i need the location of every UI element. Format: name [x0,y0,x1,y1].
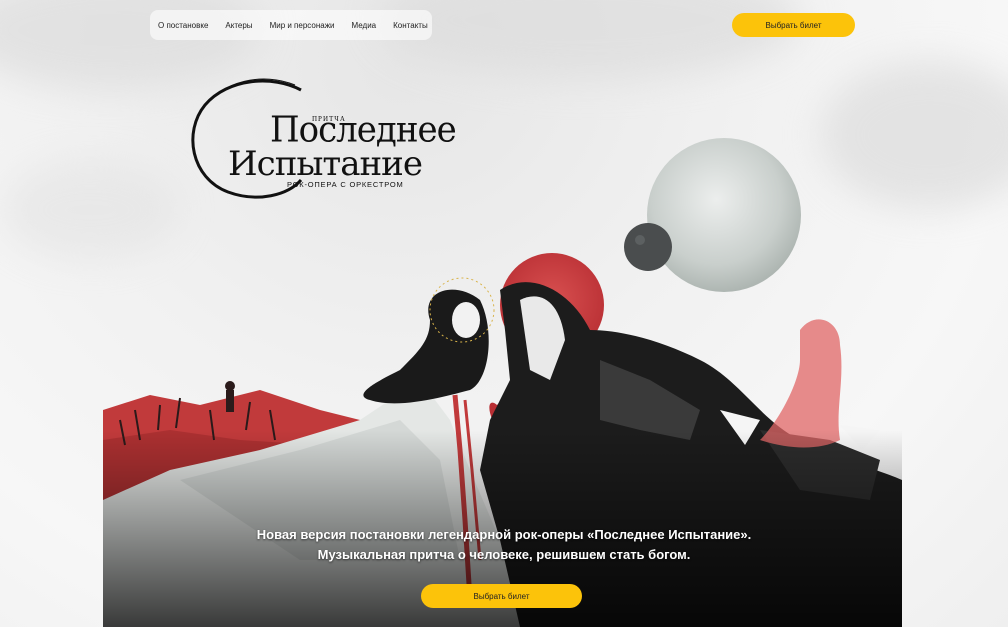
page: ПРИТЧА Последнее Испытание РОК-ОПЕРА С О… [0,0,1008,627]
nav-item-actors[interactable]: Актеры [225,21,252,30]
nav-item-about[interactable]: О постановке [158,21,208,30]
soldier-figure [226,390,234,412]
big-moon [647,138,801,292]
hero-line-1: Новая версия постановки легендарной рок-… [256,527,752,542]
hero-ticket-button[interactable]: Выбрать билет [421,584,582,608]
small-moon [624,223,672,271]
logo-subtitle: РОК-ОПЕРА С ОРКЕСТРОМ [287,180,404,189]
red-figure [760,319,842,448]
nav-item-media[interactable]: Медиа [352,21,377,30]
nav-item-world[interactable]: Мир и персонажи [270,21,335,30]
hero-line-2: Музыкальная притча о человеке, решившем … [317,547,691,562]
nav-item-contacts[interactable]: Контакты [393,21,428,30]
header-ticket-button[interactable]: Выбрать билет [732,13,855,37]
logo-title-line2: Испытание [228,144,423,184]
main-nav: О постановке Актеры Мир и персонажи Меди… [150,10,432,40]
